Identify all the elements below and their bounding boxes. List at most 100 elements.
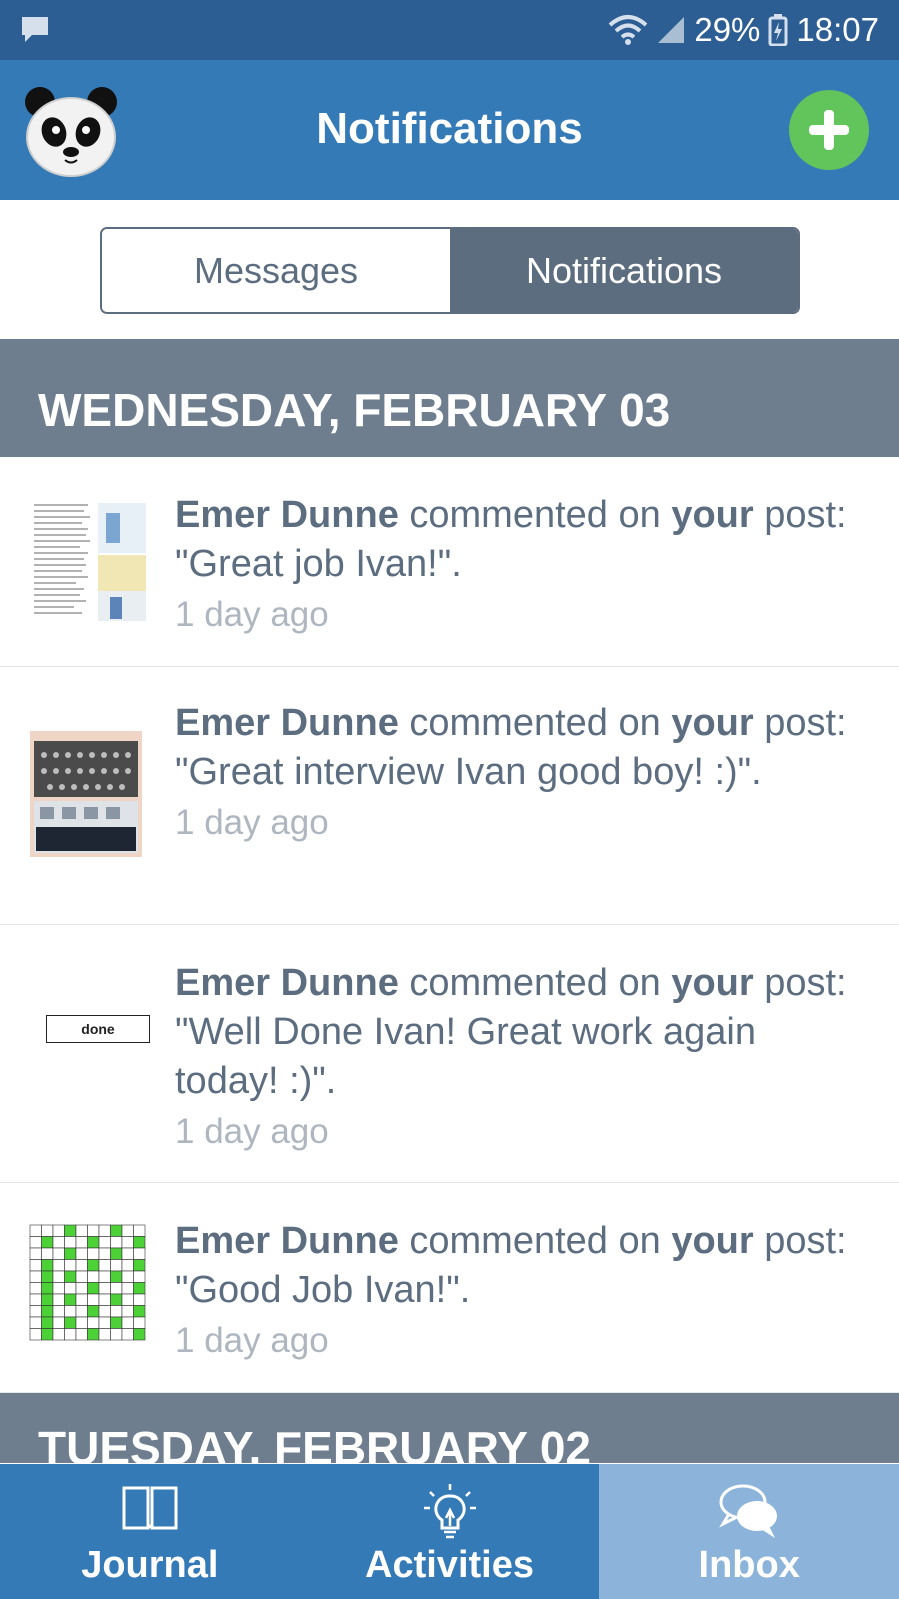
grid-cell: [64, 1259, 77, 1272]
grid-cell: [110, 1316, 123, 1329]
grid-cell: [52, 1224, 65, 1237]
grid-cell: [52, 1328, 65, 1341]
grid-cell: [41, 1293, 54, 1306]
grid-cell: [110, 1305, 123, 1318]
grid-cell: [64, 1316, 77, 1329]
grid-cell: [133, 1328, 146, 1341]
tab-inbox-label: Inbox: [698, 1544, 800, 1586]
grid-cell: [110, 1328, 123, 1341]
post-thumbnail: [28, 1223, 148, 1343]
grid-cell: [121, 1247, 134, 1260]
grid-cell: [75, 1293, 88, 1306]
day-header-label: TUESDAY, FEBRUARY 02: [38, 1422, 592, 1463]
notification-your: your: [671, 1220, 754, 1262]
grid-cell: [64, 1270, 77, 1283]
grid-cell: [110, 1270, 123, 1283]
thumbnail-text: done: [81, 1021, 115, 1037]
grid-cell: [87, 1293, 100, 1306]
grid-cell: [75, 1270, 88, 1283]
grid-cell: [110, 1236, 123, 1249]
tab-journal-label: Journal: [81, 1544, 219, 1586]
grid-cell: [52, 1270, 65, 1283]
notification-item[interactable]: Emer Dunne commented on your post: "Grea…: [0, 667, 899, 925]
grid-cell: [133, 1282, 146, 1295]
grid-cell: [52, 1293, 65, 1306]
grid-cell: [133, 1316, 146, 1329]
grid-cell: [87, 1236, 100, 1249]
grid-cell: [52, 1247, 65, 1260]
grid-cell: [41, 1305, 54, 1318]
battery-icon: [768, 14, 788, 46]
grid-cell: [121, 1316, 134, 1329]
notification-time: 1 day ago: [175, 803, 329, 842]
tab-notifications[interactable]: Notifications: [450, 229, 798, 312]
grid-cell: [41, 1282, 54, 1295]
grid-cell: [64, 1328, 77, 1341]
grid-cell: [98, 1316, 111, 1329]
grid-cell: [98, 1224, 111, 1237]
notification-author: Emer Dunne: [175, 1220, 399, 1262]
grid-cell: [110, 1282, 123, 1295]
grid-cell: [121, 1328, 134, 1341]
status-indicators: 29% 18:07: [608, 10, 879, 50]
grid-cell: [87, 1316, 100, 1329]
grid-cell: [87, 1328, 100, 1341]
battery-percent: 29%: [694, 11, 761, 48]
page-title: Notifications: [316, 104, 583, 153]
grid-cell: [121, 1236, 134, 1249]
grid-cell: [75, 1305, 88, 1318]
post-thumbnail: [26, 499, 150, 625]
tab-messages[interactable]: Messages: [102, 229, 450, 312]
grid-cell: [98, 1247, 111, 1260]
grid-cell: [133, 1236, 146, 1249]
grid-cell: [133, 1305, 146, 1318]
grid-cell: [133, 1259, 146, 1272]
grid-cell: [29, 1224, 42, 1237]
grid-cell: [64, 1224, 77, 1237]
clock: 18:07: [796, 11, 879, 48]
grid-cell: [87, 1270, 100, 1283]
grid-cell: [29, 1305, 42, 1318]
notification-item[interactable]: Emer Dunne commented on your post: "Good…: [0, 1183, 899, 1393]
notification-author: Emer Dunne: [175, 962, 399, 1004]
grid-cell: [121, 1282, 134, 1295]
notification-author: Emer Dunne: [175, 494, 399, 536]
grid-cell: [75, 1236, 88, 1249]
grid-cell: [110, 1259, 123, 1272]
grid-cell: [52, 1236, 65, 1249]
notification-item[interactable]: Emer Dunne commented on your post: "Grea…: [0, 457, 899, 667]
notification-verb: commented on: [398, 494, 672, 536]
grid-cell: [64, 1247, 77, 1260]
tab-inbox[interactable]: Inbox: [599, 1464, 899, 1599]
grid-cell: [110, 1224, 123, 1237]
grid-cell: [29, 1316, 42, 1329]
grid-cell: [98, 1259, 111, 1272]
grid-cell: [133, 1224, 146, 1237]
notification-item[interactable]: done Emer Dunne commented on your post: …: [0, 925, 899, 1183]
grid-cell: [87, 1282, 100, 1295]
notification-author: Emer Dunne: [175, 702, 399, 744]
grid-cell: [75, 1224, 88, 1237]
grid-cell: [133, 1293, 146, 1306]
notification-time: 1 day ago: [175, 1112, 329, 1151]
grid-cell: [29, 1247, 42, 1260]
grid-cell: [41, 1270, 54, 1283]
grid-cell: [98, 1305, 111, 1318]
grid-cell: [52, 1282, 65, 1295]
notification-text: Emer Dunne commented on your post: "Grea…: [175, 699, 859, 849]
add-button[interactable]: [789, 90, 869, 170]
grid-cell: [64, 1282, 77, 1295]
notification-time: 1 day ago: [175, 1321, 329, 1360]
grid-cell: [41, 1259, 54, 1272]
grid-cell: [64, 1293, 77, 1306]
post-thumbnail: done: [46, 1015, 150, 1043]
grid-cell: [29, 1282, 42, 1295]
grid-cell: [75, 1247, 88, 1260]
tab-activities[interactable]: Activities: [300, 1464, 600, 1599]
tab-journal[interactable]: Journal: [0, 1464, 300, 1599]
chat-bubbles-icon: [719, 1484, 778, 1538]
grid-cell: [110, 1293, 123, 1306]
grid-cell: [41, 1236, 54, 1249]
grid-cell: [121, 1293, 134, 1306]
grid-cell: [41, 1328, 54, 1341]
